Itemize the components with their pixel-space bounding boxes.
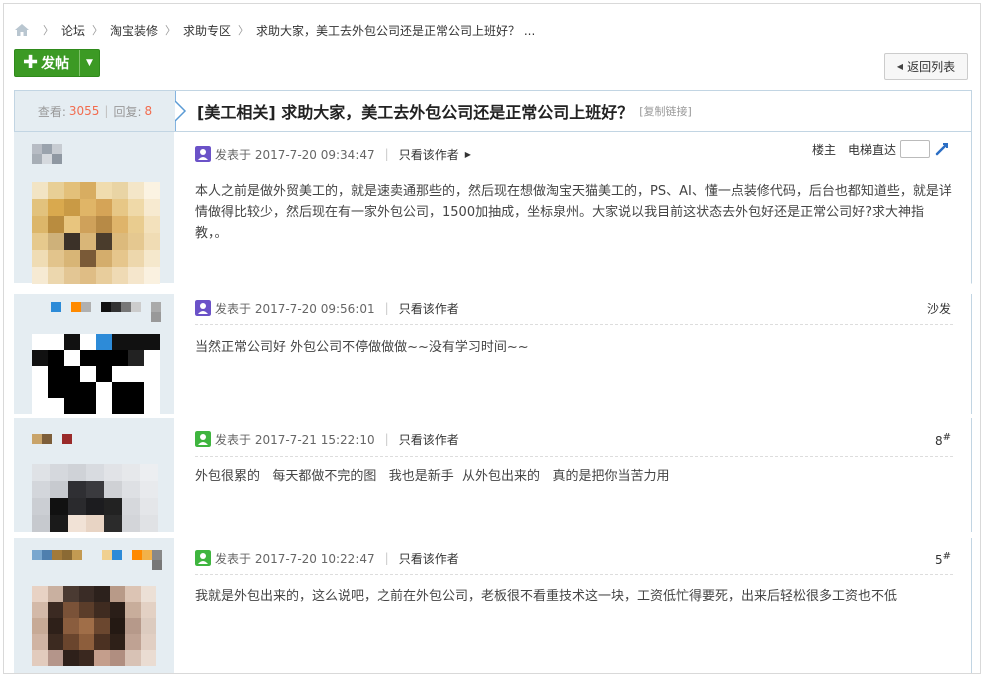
author-name-pixelated bbox=[32, 550, 162, 570]
post-meta: 发表于 2017-7-20 09:34:47 | 只看该作者 ▶ bbox=[195, 144, 471, 164]
post-content: 外包很累的 每天都做不完的图 我也是新手 从外包出来的 真的是把你当苦力用 bbox=[195, 469, 670, 484]
author-name-pixelated bbox=[51, 302, 161, 322]
views-label: 查看: bbox=[37, 104, 66, 119]
dropdown-arrow-icon[interactable]: ▼ bbox=[79, 50, 99, 76]
forum-page: 〉 论坛 〉 淘宝装修 〉 求助专区 〉 求助大家，美工去外包公司还是正常公司上… bbox=[3, 3, 981, 674]
plus-icon: ✚ bbox=[23, 52, 39, 73]
post-body: 发表于 2017-7-21 15:22:10 | 只看该作者 8# 外包很累的 … bbox=[174, 418, 972, 532]
breadcrumb-current-thread[interactable]: 求助大家，美工去外包公司还是正常公司上班好？ ... bbox=[256, 22, 535, 39]
back-arrow-icon: ◀ bbox=[896, 62, 904, 71]
thread-title: [美工相关] 求助大家，美工去外包公司还是正常公司上班好？ [复制链接] bbox=[197, 91, 692, 131]
avatar[interactable] bbox=[32, 182, 160, 284]
only-author-link[interactable]: 只看该作者 bbox=[399, 146, 459, 163]
post-date: 发表于 2017-7-20 09:56:01 bbox=[215, 301, 375, 316]
new-post-button[interactable]: ✚ 发帖 ▼ bbox=[14, 49, 100, 77]
breadcrumb-separator: 〉 bbox=[92, 24, 104, 37]
author-name-pixelated bbox=[32, 144, 62, 164]
breadcrumb-forum[interactable]: 论坛 bbox=[61, 22, 85, 39]
floor-number-value: 8 bbox=[934, 434, 943, 448]
floor-number[interactable]: 沙发 bbox=[927, 300, 951, 317]
floor-label: 楼主 bbox=[811, 142, 836, 157]
post-item: 发表于 2017-7-20 10:22:47 | 只看该作者 5# 我就是外包出… bbox=[14, 538, 972, 673]
author-sidebar bbox=[14, 132, 174, 284]
breadcrumb-taobao-decoration[interactable]: 淘宝装修 bbox=[110, 22, 158, 39]
user-icon bbox=[195, 146, 211, 162]
new-post-label: 发帖 bbox=[41, 56, 70, 72]
floor-number[interactable]: 5# bbox=[935, 551, 951, 567]
replies-count: 8 bbox=[144, 104, 153, 118]
jump-floor-input[interactable] bbox=[900, 140, 930, 158]
meta-divider-line bbox=[195, 456, 953, 457]
meta-divider-line bbox=[195, 574, 953, 575]
only-author-link[interactable]: 只看该作者 bbox=[399, 431, 459, 448]
home-icon[interactable] bbox=[14, 23, 30, 37]
author-sidebar bbox=[14, 294, 174, 414]
replies-label: 回复: bbox=[113, 104, 142, 119]
thread-stats: 查看: 3055 | 回复: 8 bbox=[15, 91, 175, 131]
breadcrumb-help-zone[interactable]: 求助专区 bbox=[183, 22, 231, 39]
post-meta: 发表于 2017-7-20 09:56:01 | 只看该作者 bbox=[195, 298, 459, 318]
post-body: 发表于 2017-7-20 10:22:47 | 只看该作者 5# 我就是外包出… bbox=[174, 538, 972, 673]
header-pointer-decoration bbox=[175, 91, 187, 131]
floor-controls: 楼主 电梯直达 bbox=[812, 140, 950, 158]
meta-divider: | bbox=[384, 301, 389, 315]
post-content: 当然正常公司好 外包公司不停做做做~~没有学习时间~~ bbox=[195, 340, 529, 355]
views-count: 3055 bbox=[68, 104, 100, 118]
breadcrumb: 〉 论坛 〉 淘宝装修 〉 求助专区 〉 求助大家，美工去外包公司还是正常公司上… bbox=[14, 20, 535, 40]
back-to-list-button[interactable]: ◀ 返回列表 bbox=[884, 53, 968, 80]
copy-link-button[interactable]: [复制链接] bbox=[639, 103, 692, 119]
play-icon[interactable]: ▶ bbox=[465, 150, 471, 159]
meta-divider: | bbox=[384, 432, 389, 446]
post-date: 发表于 2017-7-21 15:22:10 bbox=[215, 432, 375, 447]
author-sidebar bbox=[14, 538, 174, 673]
only-author-link[interactable]: 只看该作者 bbox=[399, 300, 459, 317]
stats-divider: | bbox=[104, 104, 109, 118]
avatar[interactable] bbox=[32, 334, 160, 414]
post-item: 发表于 2017-7-20 09:34:47 | 只看该作者 ▶ 楼主 电梯直达… bbox=[14, 132, 972, 284]
floor-number-mark: # bbox=[942, 551, 951, 562]
post-content: 我就是外包出来的，这么说吧，之前在外包公司，老板很不看重技术这一块，工资低忙得要… bbox=[195, 589, 898, 604]
avatar[interactable] bbox=[32, 464, 158, 532]
thread-header: 查看: 3055 | 回复: 8 [美工相关] 求助大家，美工去外包公司还是正常… bbox=[14, 90, 972, 132]
post-content: 本人之前是做外贸美工的，就是速卖通那些的，然后现在想做淘宝天猫美工的，PS、AI… bbox=[195, 184, 952, 241]
breadcrumb-separator: 〉 bbox=[165, 24, 177, 37]
jump-label: 电梯直达 bbox=[847, 142, 896, 157]
author-sidebar bbox=[14, 418, 174, 532]
post-date: 发表于 2017-7-20 09:34:47 bbox=[215, 147, 375, 162]
author-name-pixelated bbox=[32, 434, 72, 444]
meta-divider: | bbox=[384, 551, 389, 565]
user-icon bbox=[195, 431, 211, 447]
post-date: 发表于 2017-7-20 10:22:47 bbox=[215, 551, 375, 566]
jump-go-icon[interactable] bbox=[934, 141, 950, 157]
floor-number[interactable]: 8# bbox=[935, 432, 951, 448]
avatar[interactable] bbox=[32, 586, 156, 666]
post-meta: 发表于 2017-7-21 15:22:10 | 只看该作者 bbox=[195, 429, 459, 449]
user-icon bbox=[195, 550, 211, 566]
meta-divider: | bbox=[384, 147, 389, 161]
post-item: 发表于 2017-7-21 15:22:10 | 只看该作者 8# 外包很累的 … bbox=[14, 418, 972, 532]
back-to-list-label: 返回列表 bbox=[907, 60, 956, 74]
breadcrumb-separator: 〉 bbox=[43, 24, 54, 37]
breadcrumb-separator: 〉 bbox=[238, 24, 250, 37]
floor-number-value: 5 bbox=[934, 553, 943, 567]
user-icon bbox=[195, 300, 211, 316]
meta-divider-line bbox=[195, 324, 953, 325]
post-body: 发表于 2017-7-20 09:56:01 | 只看该作者 沙发 当然正常公司… bbox=[174, 294, 972, 414]
post-meta: 发表于 2017-7-20 10:22:47 | 只看该作者 bbox=[195, 548, 459, 568]
post-item: 发表于 2017-7-20 09:56:01 | 只看该作者 沙发 当然正常公司… bbox=[14, 294, 972, 414]
thread-title-text: [美工相关] 求助大家，美工去外包公司还是正常公司上班好？ bbox=[197, 103, 634, 122]
floor-number-mark: # bbox=[942, 432, 951, 443]
only-author-link[interactable]: 只看该作者 bbox=[399, 550, 459, 567]
post-body: 发表于 2017-7-20 09:34:47 | 只看该作者 ▶ 楼主 电梯直达… bbox=[174, 132, 972, 284]
